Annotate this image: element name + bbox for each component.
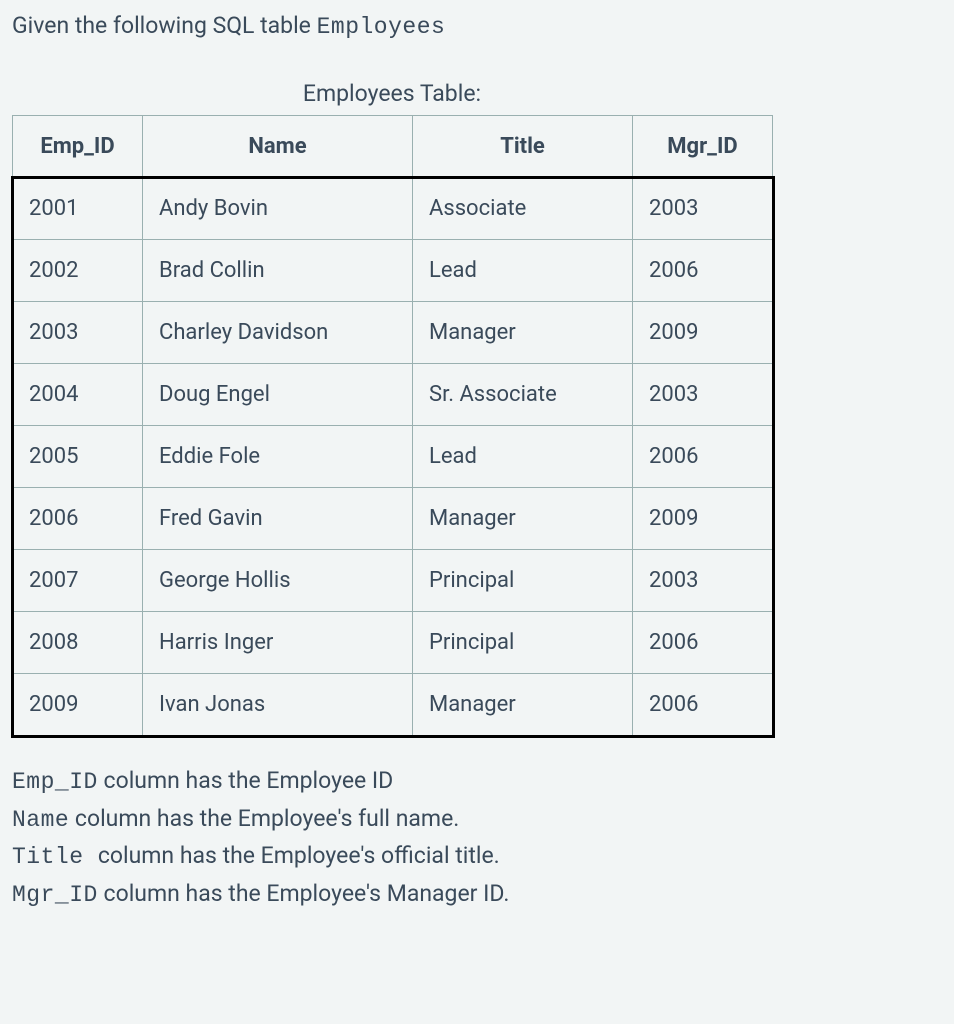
cell-empid: 2004 (13, 364, 143, 426)
table-row: 2005 Eddie Fole Lead 2006 (13, 426, 773, 488)
cell-mgrid: 2006 (633, 612, 773, 674)
intro-text: Given the following SQL table Employees (12, 12, 942, 40)
table-row: 2001 Andy Bovin Associate 2003 (13, 178, 773, 240)
desc-title-text: column has the Employee's official title… (98, 842, 500, 869)
cell-title: Sr. Associate (413, 364, 633, 426)
cell-name: Eddie Fole (143, 426, 413, 488)
desc-title: Title column has the Employee's official… (12, 839, 942, 875)
cell-empid: 2007 (13, 550, 143, 612)
cell-empid: 2009 (13, 674, 143, 736)
desc-empid-text: column has the Employee ID (98, 767, 393, 794)
cell-mgrid: 2003 (633, 364, 773, 426)
cell-empid: 2001 (13, 178, 143, 240)
cell-title: Manager (413, 302, 633, 364)
desc-empid-col: Emp_ID (12, 769, 98, 795)
cell-mgrid: 2006 (633, 426, 773, 488)
desc-mgrid-text: column has the Employee's Manager ID. (98, 880, 510, 907)
employees-table: Emp_ID Name Title Mgr_ID 2001 Andy Bovin… (12, 115, 773, 736)
cell-mgrid: 2006 (633, 240, 773, 302)
cell-title: Principal (413, 612, 633, 674)
table-row: 2008 Harris Inger Principal 2006 (13, 612, 773, 674)
table-row: 2003 Charley Davidson Manager 2009 (13, 302, 773, 364)
cell-title: Manager (413, 674, 633, 736)
desc-name-text: column has the Employee's full name. (69, 805, 459, 832)
cell-empid: 2008 (13, 612, 143, 674)
table-row: 2006 Fred Gavin Manager 2009 (13, 488, 773, 550)
cell-title: Principal (413, 550, 633, 612)
cell-mgrid: 2003 (633, 178, 773, 240)
table-row: 2009 Ivan Jonas Manager 2006 (13, 674, 773, 736)
intro-table-name: Employees (317, 14, 446, 40)
col-header-mgrid: Mgr_ID (633, 116, 773, 178)
column-descriptions: Emp_ID column has the Employee ID Name c… (12, 764, 942, 912)
cell-mgrid: 2003 (633, 550, 773, 612)
col-header-title: Title (413, 116, 633, 178)
cell-name: Brad Collin (143, 240, 413, 302)
cell-title: Manager (413, 488, 633, 550)
table-caption: Employees Table: (12, 80, 772, 107)
cell-empid: 2003 (13, 302, 143, 364)
desc-mgrid-col: Mgr_ID (12, 882, 98, 908)
cell-name: Doug Engel (143, 364, 413, 426)
cell-mgrid: 2009 (633, 488, 773, 550)
cell-name: Fred Gavin (143, 488, 413, 550)
cell-mgrid: 2006 (633, 674, 773, 736)
cell-name: George Hollis (143, 550, 413, 612)
cell-empid: 2006 (13, 488, 143, 550)
col-header-name: Name (143, 116, 413, 178)
cell-name: Andy Bovin (143, 178, 413, 240)
intro-prefix: Given the following SQL table (12, 12, 317, 39)
cell-title: Lead (413, 426, 633, 488)
table-row: 2002 Brad Collin Lead 2006 (13, 240, 773, 302)
cell-name: Charley Davidson (143, 302, 413, 364)
cell-name: Harris Inger (143, 612, 413, 674)
col-header-empid: Emp_ID (13, 116, 143, 178)
desc-empid: Emp_ID column has the Employee ID (12, 764, 942, 800)
table-row: 2007 George Hollis Principal 2003 (13, 550, 773, 612)
cell-title: Lead (413, 240, 633, 302)
desc-title-col: Title (12, 844, 98, 870)
cell-mgrid: 2009 (633, 302, 773, 364)
table-row: 2004 Doug Engel Sr. Associate 2003 (13, 364, 773, 426)
desc-name: Name column has the Employee's full name… (12, 802, 942, 838)
cell-empid: 2005 (13, 426, 143, 488)
cell-name: Ivan Jonas (143, 674, 413, 736)
desc-mgrid: Mgr_ID column has the Employee's Manager… (12, 877, 942, 913)
cell-title: Associate (413, 178, 633, 240)
desc-name-col: Name (12, 807, 69, 833)
cell-empid: 2002 (13, 240, 143, 302)
table-header-row: Emp_ID Name Title Mgr_ID (13, 116, 773, 178)
